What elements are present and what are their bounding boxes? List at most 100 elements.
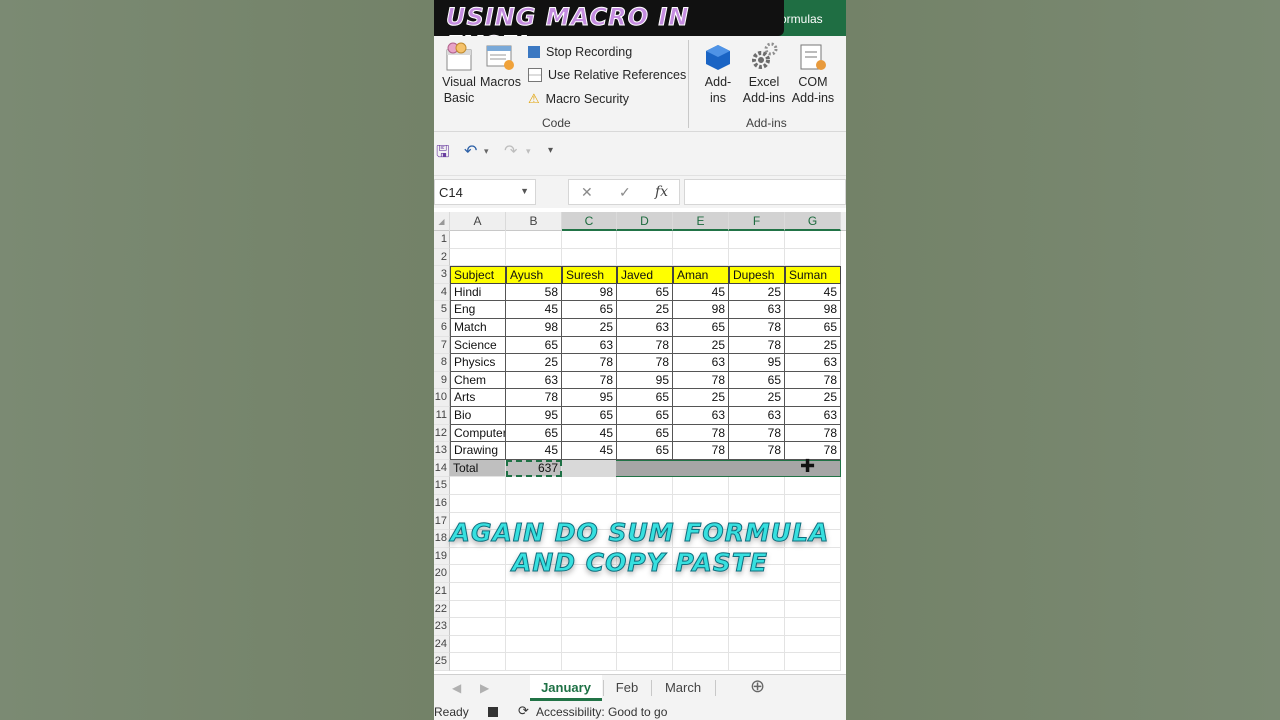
row-header-25[interactable]: 25 (434, 653, 450, 671)
column-header-g[interactable]: G (785, 212, 841, 231)
cell-d16[interactable] (617, 495, 673, 513)
cell-g2[interactable] (785, 248, 841, 267)
cell-a23[interactable] (450, 618, 506, 636)
cell-d22[interactable] (617, 600, 673, 619)
cell-f7[interactable]: 78 (729, 336, 785, 355)
cell-d7[interactable]: 78 (617, 336, 673, 355)
cell-e11[interactable]: 63 (673, 407, 729, 425)
cell-a24[interactable] (450, 635, 506, 654)
cell-g8[interactable]: 63 (785, 354, 841, 372)
row-header-3[interactable]: 3 (434, 266, 450, 284)
cell-f4[interactable]: 25 (729, 283, 785, 302)
cell-g4[interactable]: 45 (785, 283, 841, 302)
cell-f11[interactable]: 63 (729, 407, 785, 425)
row-header-15[interactable]: 15 (434, 477, 450, 495)
cell-c13[interactable]: 45 (562, 442, 617, 460)
row-header-2[interactable]: 2 (434, 248, 450, 267)
add-sheet-icon[interactable]: ⊕ (750, 676, 765, 697)
save-icon[interactable]: 🖫 (436, 141, 450, 168)
cell-b16[interactable] (506, 495, 562, 513)
cell-b7[interactable]: 65 (506, 336, 562, 355)
row-header-10[interactable]: 10 (434, 389, 450, 407)
cell-d2[interactable] (617, 248, 673, 267)
cell-d3[interactable]: Javed (617, 266, 673, 284)
cell-c6[interactable]: 25 (562, 319, 617, 337)
column-header-f[interactable]: F (729, 212, 785, 231)
cell-f3[interactable]: Dupesh (729, 266, 785, 284)
cell-e13[interactable]: 78 (673, 442, 729, 460)
cell-d9[interactable]: 95 (617, 371, 673, 390)
cell-c3[interactable]: Suresh (562, 266, 617, 284)
macros-button[interactable]: Macros (480, 42, 521, 90)
row-header-21[interactable]: 21 (434, 583, 450, 601)
column-header-c[interactable]: C (562, 212, 617, 231)
cell-d13[interactable]: 65 (617, 442, 673, 460)
cell-b8[interactable]: 25 (506, 354, 562, 372)
row-header-7[interactable]: 7 (434, 336, 450, 355)
cell-f25[interactable] (729, 653, 785, 671)
cell-b25[interactable] (506, 653, 562, 671)
cell-b15[interactable] (506, 477, 562, 495)
cell-c12[interactable]: 45 (562, 424, 617, 443)
row-header-4[interactable]: 4 (434, 283, 450, 302)
cell-g15[interactable] (785, 477, 841, 495)
cell-e4[interactable]: 45 (673, 283, 729, 302)
undo-icon[interactable]: ↶ (464, 141, 477, 161)
cell-f12[interactable]: 78 (729, 424, 785, 443)
cell-c8[interactable]: 78 (562, 354, 617, 372)
cell-d5[interactable]: 25 (617, 301, 673, 319)
cell-g10[interactable]: 25 (785, 389, 841, 407)
cell-e5[interactable]: 98 (673, 301, 729, 319)
visual-basic-button[interactable]: Visual Basic (438, 42, 480, 106)
column-header-a[interactable]: A (450, 212, 506, 231)
enter-check-icon[interactable]: ✓ (619, 184, 631, 201)
cell-e1[interactable] (673, 231, 729, 249)
cell-b22[interactable] (506, 600, 562, 619)
cell-d6[interactable]: 63 (617, 319, 673, 337)
cell-b12[interactable]: 65 (506, 424, 562, 443)
cell-e24[interactable] (673, 635, 729, 654)
cell-c2[interactable] (562, 248, 617, 267)
cell-b24[interactable] (506, 635, 562, 654)
cell-e7[interactable]: 25 (673, 336, 729, 355)
cell-d21[interactable] (617, 583, 673, 601)
cell-e22[interactable] (673, 600, 729, 619)
cell-g11[interactable]: 63 (785, 407, 841, 425)
cell-f16[interactable] (729, 495, 785, 513)
cell-f9[interactable]: 65 (729, 371, 785, 390)
row-header-16[interactable]: 16 (434, 495, 450, 513)
row-header-14[interactable]: 14 (434, 459, 450, 478)
cell-c21[interactable] (562, 583, 617, 601)
cell-d12[interactable]: 65 (617, 424, 673, 443)
cell-c25[interactable] (562, 653, 617, 671)
active-cell[interactable] (562, 459, 616, 478)
cell-a21[interactable] (450, 583, 506, 601)
row-header-6[interactable]: 6 (434, 319, 450, 337)
cell-a2[interactable] (450, 248, 506, 267)
row-header-13[interactable]: 13 (434, 442, 450, 460)
row-header-1[interactable]: 1 (434, 231, 450, 249)
cell-b6[interactable]: 98 (506, 319, 562, 337)
cell-b9[interactable]: 63 (506, 371, 562, 390)
cell-e10[interactable]: 25 (673, 389, 729, 407)
row-header-24[interactable]: 24 (434, 635, 450, 654)
cell-a7[interactable]: Science (450, 336, 506, 355)
cell-g3[interactable]: Suman (785, 266, 841, 284)
sheet-tab-january[interactable]: January (530, 675, 602, 701)
name-box-dropdown-icon[interactable]: ▼ (520, 186, 529, 196)
cell-a10[interactable]: Arts (450, 389, 506, 407)
cell-a25[interactable] (450, 653, 506, 671)
row-header-11[interactable]: 11 (434, 407, 450, 425)
select-all-corner[interactable]: ◢ (434, 212, 450, 231)
cell-c11[interactable]: 65 (562, 407, 617, 425)
cell-b13[interactable]: 45 (506, 442, 562, 460)
cell-d15[interactable] (617, 477, 673, 495)
cell-g16[interactable] (785, 495, 841, 513)
sheet-tab-feb[interactable]: Feb (604, 675, 650, 701)
prev-sheet-icon[interactable]: ◀ (452, 681, 461, 695)
cell-d11[interactable]: 65 (617, 407, 673, 425)
cell-b23[interactable] (506, 618, 562, 636)
cell-b21[interactable] (506, 583, 562, 601)
cell-a13[interactable]: Drawing (450, 442, 506, 460)
cell-e16[interactable] (673, 495, 729, 513)
